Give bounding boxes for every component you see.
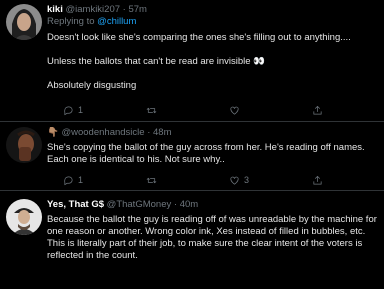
tweet-paragraph: Doesn't look like she's comparing the on… bbox=[47, 32, 351, 43]
timestamp[interactable]: 57m bbox=[128, 4, 146, 15]
tweet-text: Doesn't look like she's comparing the on… bbox=[47, 32, 378, 92]
reply-button[interactable]: 1 bbox=[63, 174, 146, 186]
heart-icon bbox=[230, 106, 239, 115]
separator-dot: · bbox=[173, 199, 178, 210]
reply-prefix: Replying to bbox=[47, 16, 95, 27]
like-button[interactable] bbox=[229, 104, 312, 116]
reply-icon bbox=[64, 175, 73, 185]
tweet-actions: 1 3 bbox=[63, 174, 323, 186]
avatar[interactable] bbox=[6, 127, 42, 163]
tweet-header: Yes, That G$ @ThatGMoney · 40m bbox=[47, 199, 378, 211]
share-icon bbox=[313, 175, 322, 185]
avatar[interactable] bbox=[6, 4, 42, 40]
retweet-button[interactable] bbox=[146, 104, 229, 116]
reply-icon bbox=[64, 105, 73, 115]
tweet-paragraph: Because the ballot the guy is reading of… bbox=[47, 214, 377, 261]
tweet-paragraph: She's copying the ballot of the guy acro… bbox=[47, 142, 365, 165]
user-handle[interactable]: @iamkiki207 bbox=[66, 4, 121, 15]
share-button[interactable] bbox=[312, 104, 323, 116]
tweet-text: She's copying the ballot of the guy acro… bbox=[47, 142, 378, 166]
tweet-paragraph: Unless the ballots that can't be read ar… bbox=[47, 56, 266, 67]
retweet-icon bbox=[146, 177, 157, 183]
heart-icon bbox=[230, 176, 239, 185]
reply-to-handle[interactable]: @chillum bbox=[97, 16, 136, 27]
tweet-actions: 1 bbox=[63, 104, 323, 116]
reply-count: 1 bbox=[78, 105, 84, 115]
tweet[interactable]: Yes, That G$ @ThatGMoney · 40m Because t… bbox=[0, 191, 384, 289]
retweet-button[interactable] bbox=[146, 174, 229, 186]
tweet-header: kiki @iamkiki207 · 57m bbox=[47, 4, 378, 16]
tweet-header: 👇🏽 @woodenhandsicle · 48m bbox=[47, 127, 378, 139]
separator-dot: · bbox=[147, 127, 151, 138]
avatar[interactable] bbox=[6, 199, 42, 235]
separator-dot: · bbox=[122, 4, 126, 15]
retweet-icon bbox=[146, 107, 157, 113]
tweet-text: Because the ballot the guy is reading of… bbox=[47, 214, 378, 262]
reply-button[interactable]: 1 bbox=[63, 104, 146, 116]
tweet[interactable]: 👇🏽 @woodenhandsicle · 48m She's copying … bbox=[0, 122, 384, 190]
tweet-feed: kiki @iamkiki207 · 57m Replying to @chil… bbox=[0, 0, 384, 289]
tweet[interactable]: kiki @iamkiki207 · 57m Replying to @chil… bbox=[0, 0, 384, 121]
user-handle[interactable]: @ThatGMoney bbox=[107, 199, 172, 210]
share-icon bbox=[313, 105, 322, 115]
reply-count: 1 bbox=[78, 175, 84, 185]
display-name[interactable]: kiki bbox=[47, 4, 63, 15]
tweet-paragraph: Absolutely disgusting bbox=[47, 80, 137, 91]
timestamp[interactable]: 40m bbox=[180, 199, 198, 210]
user-handle[interactable]: @woodenhandsicle bbox=[61, 127, 144, 138]
display-name[interactable]: 👇🏽 bbox=[47, 127, 59, 138]
display-name[interactable]: Yes, That G$ bbox=[47, 199, 104, 210]
timestamp[interactable]: 48m bbox=[153, 127, 171, 138]
like-count: 3 bbox=[244, 175, 250, 185]
share-button[interactable] bbox=[312, 174, 323, 186]
like-button[interactable]: 3 bbox=[229, 174, 312, 186]
reply-context: Replying to @chillum bbox=[47, 16, 378, 28]
